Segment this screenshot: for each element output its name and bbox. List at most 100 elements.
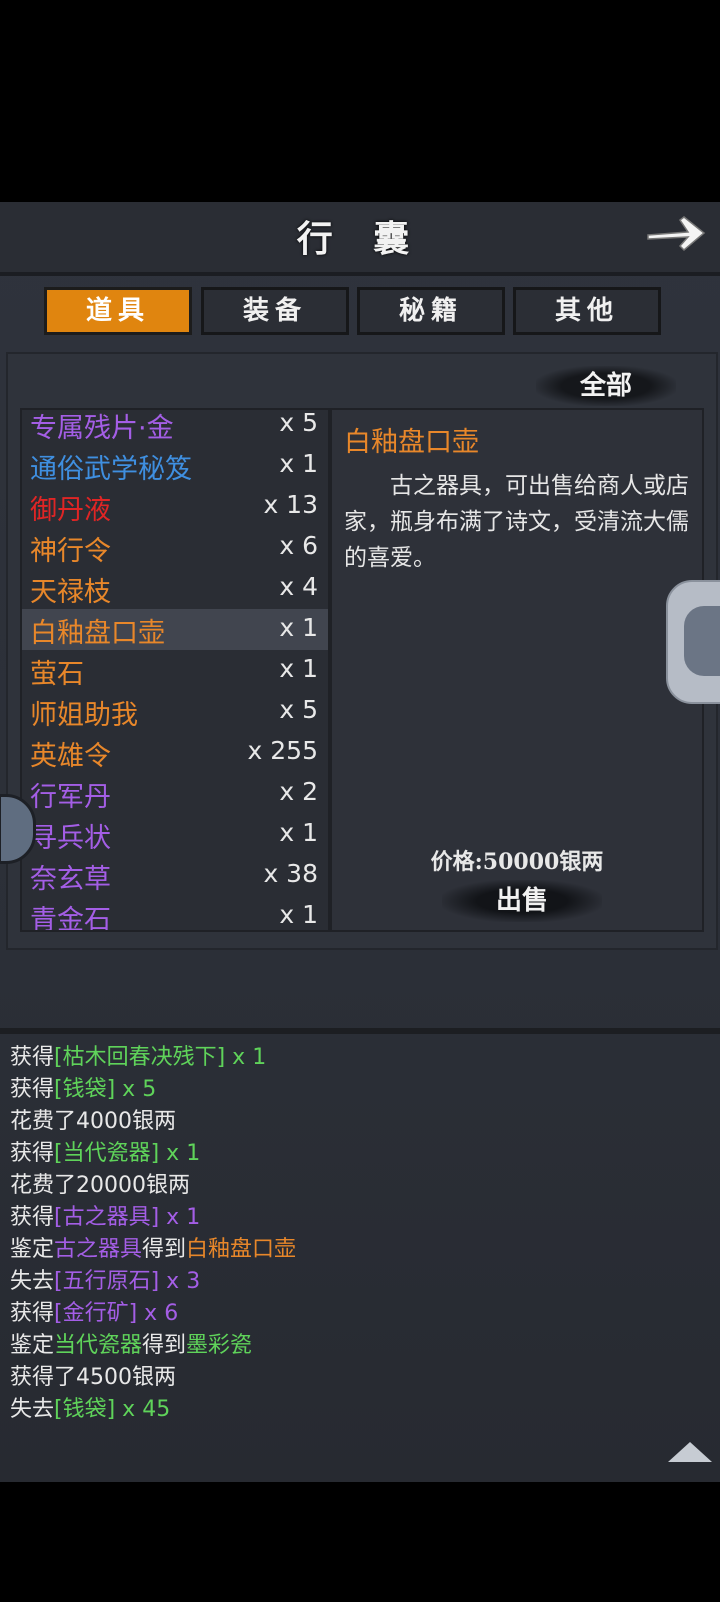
log-segment: 得到 <box>142 1333 187 1358</box>
arrow-right-icon[interactable] <box>644 208 708 258</box>
log-line: 获得了4500银两 <box>10 1362 710 1394</box>
item-name: 御丹液 <box>30 495 111 526</box>
log-segment: 得到 <box>142 1237 187 1262</box>
log-segment: 失去 <box>10 1397 55 1422</box>
log-segment: 失去 <box>10 1269 55 1294</box>
item-quantity: x 1 <box>279 654 318 683</box>
log-segment: [金行矿] <box>54 1301 138 1326</box>
log-segment: x 1 <box>159 1205 201 1230</box>
log-line: 花费了4000银两 <box>10 1106 710 1138</box>
log-line: 获得[当代瓷器] x 1 <box>10 1138 710 1170</box>
log-line: 获得[古之器具] x 1 <box>10 1202 710 1234</box>
price-label: 价格:50000银两 <box>430 849 604 875</box>
list-item[interactable]: 师姐助我 x 5 <box>22 691 328 732</box>
item-name: 神行令 <box>30 536 111 567</box>
item-name: 青金石 <box>30 905 111 932</box>
item-name: 萤石 <box>30 659 84 690</box>
log-segment: 获得了4500银两 <box>10 1365 176 1390</box>
list-item[interactable]: 天禄枝 x 4 <box>22 568 328 609</box>
list-item[interactable]: 青金石 x 1 <box>22 896 328 932</box>
item-name: 寻兵状 <box>30 823 111 854</box>
item-list-inner: 专属残片·金 x 5 通俗武学秘笈 x 1 御丹液 x 13 神行令 x 6 天禄枝 x 4 白釉盘… <box>22 410 328 932</box>
inventory-screen: 行 囊 道具 装备 秘籍 其他 全部 专属残片·金 x 5 通俗武学秘笈 x 1 御丹液… <box>0 202 720 1482</box>
log-divider <box>0 1028 720 1034</box>
log-segment: 获得 <box>10 1301 55 1326</box>
item-quantity: x 1 <box>279 818 318 847</box>
log-segment: 花费了4000银两 <box>10 1109 176 1134</box>
tab-other[interactable]: 其他 <box>513 287 661 335</box>
item-quantity: x 13 <box>263 490 318 519</box>
page-title: 行 囊 <box>296 218 424 260</box>
log-segment: [五行原石] <box>54 1269 160 1294</box>
log-line: 获得[金行矿] x 6 <box>10 1298 710 1330</box>
log-line: 获得[枯木回春决残下] x 1 <box>10 1042 710 1074</box>
log-segment: 古之器具 <box>54 1237 143 1262</box>
list-item[interactable]: 奈玄草 x 38 <box>22 855 328 896</box>
item-quantity: x 4 <box>279 572 318 601</box>
log-segment: x 45 <box>115 1397 171 1422</box>
log-segment: 获得 <box>10 1205 55 1230</box>
log-line: 鉴定古之器具得到白釉盘口壶 <box>10 1234 710 1266</box>
list-item[interactable]: 神行令 x 6 <box>22 527 328 568</box>
item-quantity: x 1 <box>279 449 318 478</box>
log-segment: 获得 <box>10 1141 55 1166</box>
item-detail: 白釉盘口壶 古之器具，可出售给商人或店家，瓶身布满了诗文，受清流大儒的喜爱。 价… <box>330 408 704 932</box>
log-segment: 当代瓷器 <box>54 1333 143 1358</box>
tab-manuals[interactable]: 秘籍 <box>357 287 505 335</box>
item-quantity: x 2 <box>279 777 318 806</box>
log-segment: 获得 <box>10 1045 55 1070</box>
list-item[interactable]: 寻兵状 x 1 <box>22 814 328 855</box>
list-item[interactable]: 专属残片·金 x 5 <box>22 410 328 445</box>
item-name: 奈玄草 <box>30 864 111 895</box>
log-segment: x 6 <box>137 1301 179 1326</box>
list-item[interactable]: 白釉盘口壶 x 1 <box>22 609 328 650</box>
log-line: 失去[五行原石] x 3 <box>10 1266 710 1298</box>
log-segment: [钱袋] <box>54 1397 116 1422</box>
tab-items[interactable]: 道具 <box>44 287 192 335</box>
log-segment: x 3 <box>159 1269 201 1294</box>
list-item[interactable]: 行军丹 x 2 <box>22 773 328 814</box>
log-segment: 获得 <box>10 1077 55 1102</box>
item-name: 行军丹 <box>30 782 111 813</box>
filter-all-button[interactable]: 全部 <box>536 366 676 406</box>
detail-item-name: 白釉盘口壶 <box>344 427 479 458</box>
log-segment: [古之器具] <box>54 1205 160 1230</box>
log-segment: 花费了20000银两 <box>10 1173 190 1198</box>
category-tabs: 道具 装备 秘籍 其他 <box>44 287 674 339</box>
log-segment: x 1 <box>225 1045 267 1070</box>
item-list[interactable]: 专属残片·金 x 5 通俗武学秘笈 x 1 御丹液 x 13 神行令 x 6 天禄枝 x 4 白釉盘… <box>20 408 330 932</box>
list-item[interactable]: 御丹液 x 13 <box>22 486 328 527</box>
item-name: 师姐助我 <box>30 700 138 731</box>
detail-description: 古之器具，可出售给商人或店家，瓶身布满了诗文，受清流大儒的喜爱。 <box>344 473 689 571</box>
log-line: 花费了20000银两 <box>10 1170 710 1202</box>
item-quantity: x 1 <box>279 613 318 642</box>
item-quantity: x 255 <box>247 736 318 765</box>
item-quantity: x 38 <box>263 859 318 888</box>
log-segment: x 1 <box>159 1141 201 1166</box>
log-segment: [枯木回春决残下] <box>54 1045 226 1070</box>
list-item[interactable]: 萤石 x 1 <box>22 650 328 691</box>
log-segment: 墨彩瓷 <box>186 1333 253 1358</box>
log-segment: x 5 <box>115 1077 157 1102</box>
log-line: 获得[钱袋] x 5 <box>10 1074 710 1106</box>
right-edge-handle[interactable] <box>666 580 720 704</box>
item-name: 专属残片·金 <box>30 413 174 444</box>
log-segment: 鉴定 <box>10 1237 55 1262</box>
header-bar: 行 囊 <box>0 202 720 276</box>
log-segment: [当代瓷器] <box>54 1141 160 1166</box>
list-item[interactable]: 通俗武学秘笈 x 1 <box>22 445 328 486</box>
message-log: 获得[枯木回春决残下] x 1 获得[钱袋] x 5 花费了4000银两 获得[当代瓷… <box>10 1042 710 1426</box>
list-item[interactable]: 英雄令 x 255 <box>22 732 328 773</box>
log-line: 失去[钱袋] x 45 <box>10 1394 710 1426</box>
tab-equipment[interactable]: 装备 <box>201 287 349 335</box>
item-quantity: x 6 <box>279 531 318 560</box>
sell-button[interactable]: 出售 <box>442 880 602 922</box>
item-name: 英雄令 <box>30 741 111 772</box>
log-segment: [钱袋] <box>54 1077 116 1102</box>
inventory-panel: 全部 专属残片·金 x 5 通俗武学秘笈 x 1 御丹液 x 13 神行令 x 6 天禄枝 x 4… <box>6 352 718 950</box>
item-quantity: x 5 <box>279 695 318 724</box>
scroll-up-icon[interactable] <box>668 1442 712 1462</box>
handle-inner <box>684 606 720 676</box>
log-segment: 鉴定 <box>10 1333 55 1358</box>
item-quantity: x 1 <box>279 900 318 929</box>
